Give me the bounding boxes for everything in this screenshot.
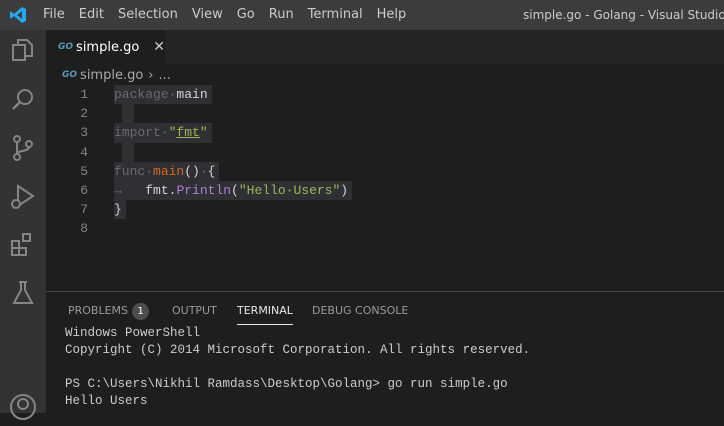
editor-tab-bar: GO simple.go ✕ bbox=[46, 30, 724, 64]
code-line: 5 func·main()·{ bbox=[46, 161, 724, 181]
search-icon[interactable] bbox=[8, 85, 38, 115]
tab-problems[interactable]: PROBLEMS 1 bbox=[68, 303, 150, 320]
code-line: 7} bbox=[46, 200, 724, 220]
code-line: 8 bbox=[80, 221, 88, 237]
tab-output[interactable]: OUTPUT bbox=[172, 303, 217, 319]
menu-edit[interactable]: Edit bbox=[72, 0, 111, 30]
menu-go[interactable]: Go bbox=[230, 0, 262, 30]
problems-count-badge: 1 bbox=[132, 303, 150, 320]
menu-selection[interactable]: Selection bbox=[111, 0, 185, 30]
source-control-icon[interactable] bbox=[8, 133, 38, 163]
menu-view[interactable]: View bbox=[185, 0, 230, 30]
terminal-line: PS C:\Users\Nikhil Ramdass\Desktop\Golan… bbox=[65, 377, 508, 391]
chevron-right-icon: › bbox=[148, 67, 154, 83]
window-title: simple.go - Golang - Visual Studio Code bbox=[523, 8, 724, 22]
tab-debug-console[interactable]: DEBUG CONSOLE bbox=[312, 303, 408, 319]
code-editor[interactable]: 1 package·main 2 3 import·"fmt" 4 5 func·ma… bbox=[46, 85, 724, 239]
run-debug-icon[interactable] bbox=[8, 182, 38, 212]
activity-bar bbox=[0, 30, 46, 420]
terminal-line: Windows PowerShell bbox=[65, 326, 201, 340]
code-line: 4 bbox=[46, 142, 724, 162]
breadcrumb-file[interactable]: simple.go bbox=[80, 68, 143, 83]
tab-label: simple.go bbox=[76, 39, 140, 55]
menu-file[interactable]: File bbox=[36, 0, 72, 30]
explorer-icon[interactable] bbox=[8, 36, 38, 66]
go-file-icon: GO bbox=[62, 70, 78, 80]
code-line: 6 → fmt.Println("Hello·Users") bbox=[46, 180, 724, 201]
tab-terminal[interactable]: TERMINAL bbox=[237, 303, 293, 325]
account-icon[interactable] bbox=[8, 392, 38, 422]
menu-terminal[interactable]: Terminal bbox=[301, 0, 370, 30]
terminal-line: Copyright (C) 2014 Microsoft Corporation… bbox=[65, 343, 531, 357]
tab-simple-go[interactable]: GO simple.go ✕ bbox=[46, 30, 165, 64]
title-bar: File Edit Selection View Go Run Terminal… bbox=[0, 0, 724, 30]
code-line: 1 package·main bbox=[46, 85, 724, 105]
breadcrumb-symbols[interactable]: ... bbox=[159, 68, 171, 83]
vscode-logo-icon bbox=[0, 0, 36, 30]
menu-run[interactable]: Run bbox=[262, 0, 301, 30]
extensions-icon[interactable] bbox=[8, 230, 38, 260]
close-icon[interactable]: ✕ bbox=[153, 39, 165, 55]
code-line: 2 bbox=[46, 104, 724, 124]
terminal-line: Hello Users bbox=[65, 394, 148, 408]
breadcrumb: GO simple.go › ... bbox=[62, 66, 171, 84]
go-file-icon: GO bbox=[58, 42, 74, 52]
testing-icon[interactable] bbox=[8, 278, 38, 308]
code-line: 3 import·"fmt" bbox=[46, 123, 724, 143]
menu-help[interactable]: Help bbox=[370, 0, 414, 30]
bottom-panel: PROBLEMS 1 OUTPUT TERMINAL DEBUG CONSOLE … bbox=[46, 291, 724, 413]
